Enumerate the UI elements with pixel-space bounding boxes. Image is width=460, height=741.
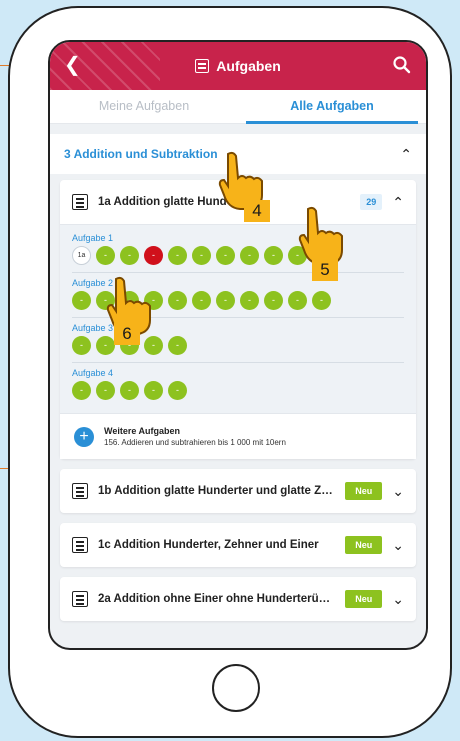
tab-meine-aufgaben[interactable]: Meine Aufgaben: [50, 90, 238, 123]
card-header[interactable]: 1c Addition Hunderter, Zehner und Einer …: [60, 523, 416, 567]
more-tasks-subtitle: 156. Addieren und subtrahieren bis 1 000…: [104, 438, 286, 447]
task-dots: -----: [72, 381, 404, 400]
new-badge: Neu: [345, 482, 383, 500]
card-header[interactable]: 2a Addition ohne Einer ohne Hunderterübe…: [60, 577, 416, 621]
task-dot[interactable]: -: [96, 381, 115, 400]
count-badge: 29: [360, 194, 383, 210]
task-dot[interactable]: -: [216, 246, 235, 265]
task-dot[interactable]: -: [312, 291, 331, 310]
more-tasks-button[interactable]: + Weitere Aufgaben 156. Addieren und sub…: [60, 413, 416, 459]
task-dot[interactable]: -: [144, 336, 163, 355]
tab-bar: Meine Aufgaben Alle Aufgaben: [50, 90, 426, 124]
task-card[interactable]: 1c Addition Hunderter, Zehner und Einer …: [60, 523, 416, 567]
task-dot[interactable]: -: [120, 246, 139, 265]
marker-number: 6: [114, 323, 140, 345]
task-label: Aufgabe 4: [72, 368, 114, 378]
task-dot[interactable]: -: [72, 336, 91, 355]
home-button[interactable]: [212, 664, 260, 712]
task-dot[interactable]: -: [144, 381, 163, 400]
task-dot[interactable]: -: [168, 291, 187, 310]
task-dot[interactable]: -: [168, 381, 187, 400]
task-dot[interactable]: -: [72, 291, 91, 310]
chevron-up-icon[interactable]: ⌃: [392, 194, 404, 211]
more-tasks-title: Weitere Aufgaben: [104, 426, 181, 436]
chevron-down-icon[interactable]: ⌄: [392, 483, 404, 500]
card-header[interactable]: 1b Addition glatte Hunderter und glatte …: [60, 469, 416, 513]
plus-icon: +: [74, 426, 94, 447]
task-dot[interactable]: -: [192, 246, 211, 265]
task-dot[interactable]: -: [264, 291, 283, 310]
app-screen: ❮ Aufgaben Meine Aufgaben Alle Aufgaben …: [48, 40, 428, 650]
worksheet-icon: [72, 194, 88, 210]
task-dots: 1a - - - - - - - - -: [72, 246, 404, 265]
task-label: Aufgabe 1: [72, 233, 114, 243]
task-dot[interactable]: -: [240, 291, 259, 310]
section-title: 3 Addition und Subtraktion: [64, 147, 218, 161]
pointer-hand-icon: 6: [96, 275, 160, 345]
task-row: Aufgabe 4 -----: [72, 368, 404, 407]
worksheet-icon: [72, 483, 88, 499]
worksheet-icon: [72, 591, 88, 607]
task-row: Aufgabe 1 1a - - - - - - - - -: [72, 233, 404, 273]
back-button[interactable]: ❮: [64, 54, 81, 76]
task-dot[interactable]: -: [144, 246, 163, 265]
card-title: 1b Addition glatte Hunderter und glatte …: [98, 485, 336, 497]
task-dot[interactable]: -: [288, 291, 307, 310]
chevron-down-icon[interactable]: ⌄: [392, 537, 404, 554]
task-card[interactable]: 1b Addition glatte Hunderter und glatte …: [60, 469, 416, 513]
pointer-hand-icon: 5: [288, 205, 352, 281]
marker-number: 4: [244, 200, 270, 222]
card-title: 2a Addition ohne Einer ohne Hunderterübe…: [98, 593, 336, 605]
more-tasks-text: Weitere Aufgaben 156. Addieren und subtr…: [104, 426, 286, 447]
task-dot[interactable]: -: [96, 336, 115, 355]
task-start-dot[interactable]: 1a: [72, 246, 91, 265]
card-title: 1c Addition Hunderter, Zehner und Einer: [98, 539, 319, 551]
marker-number: 5: [312, 259, 338, 281]
task-dot[interactable]: -: [96, 246, 115, 265]
chevron-down-icon[interactable]: ⌄: [392, 591, 404, 608]
task-list-icon: [195, 59, 210, 73]
page-title: Aufgaben: [195, 58, 281, 74]
task-dot[interactable]: -: [168, 246, 187, 265]
tab-alle-aufgaben[interactable]: Alle Aufgaben: [238, 90, 426, 124]
worksheet-icon: [72, 537, 88, 553]
task-dot[interactable]: -: [72, 381, 91, 400]
search-icon[interactable]: [392, 55, 412, 75]
chevron-up-icon[interactable]: ⌃: [400, 146, 412, 163]
new-badge: Neu: [345, 536, 383, 554]
task-dot[interactable]: -: [120, 381, 139, 400]
new-badge: Neu: [345, 590, 383, 608]
task-dot[interactable]: -: [192, 291, 211, 310]
task-dot[interactable]: -: [168, 336, 187, 355]
task-dot[interactable]: -: [264, 246, 283, 265]
task-card[interactable]: 2a Addition ohne Einer ohne Hunderterübe…: [60, 577, 416, 621]
task-dot[interactable]: -: [240, 246, 259, 265]
pointer-hand-icon: 4: [208, 150, 272, 222]
task-dot[interactable]: -: [216, 291, 235, 310]
app-header: ❮ Aufgaben: [50, 42, 426, 90]
